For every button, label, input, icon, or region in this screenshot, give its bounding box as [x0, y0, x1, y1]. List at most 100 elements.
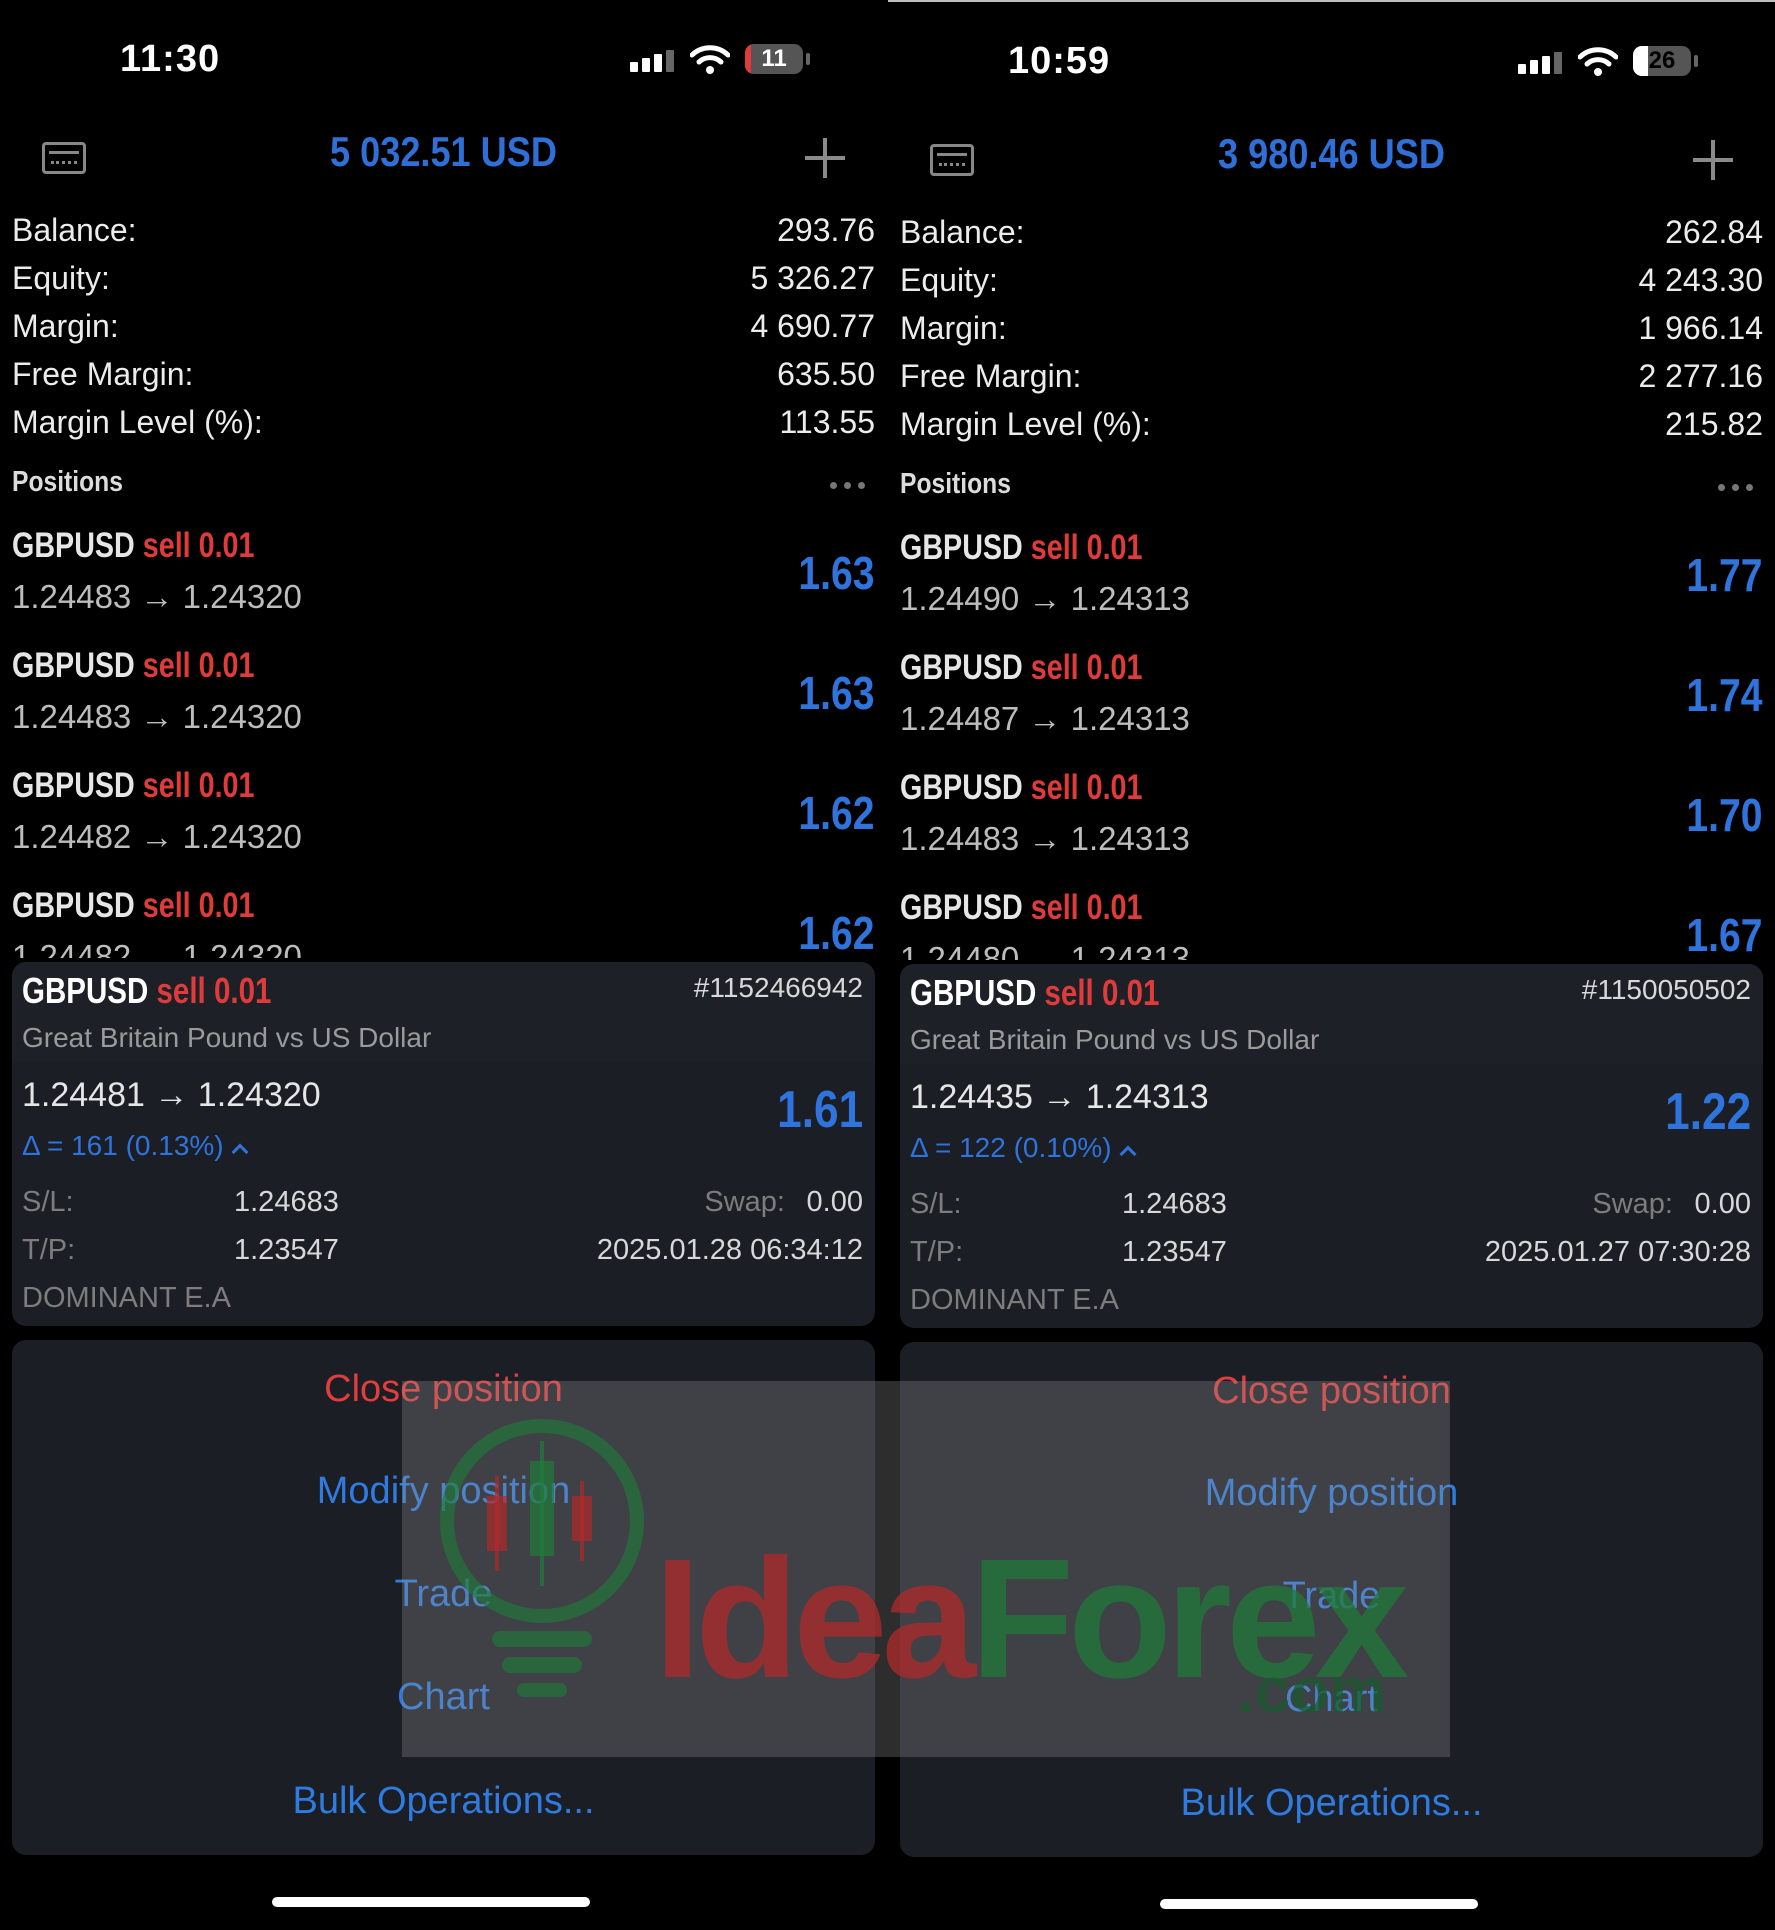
position-profit: 1.70 — [1686, 789, 1763, 841]
position-row[interactable]: GBPUSD sell 0.01 1.24487 → 1.24313 1.74 — [900, 642, 1763, 762]
account-header: 5 032.51 USD — [0, 118, 887, 198]
bulk-operations-button[interactable]: Bulk Operations... — [12, 1780, 875, 1823]
position-detail-card: GBPUSD sell 0.01 #1150050502 Great Brita… — [900, 964, 1763, 1328]
position-symbol-name: GBPUSD — [12, 766, 135, 805]
battery-fill — [1633, 46, 1649, 76]
position-row[interactable]: GBPUSD sell 0.01 1.24483 → 1.24320 1.63 — [12, 640, 875, 760]
cellular-signal-icon — [630, 50, 674, 72]
detail-delta: Δ = 161 (0.13%) — [22, 1130, 249, 1162]
position-prices: 1.24487 → 1.24313 — [900, 700, 1190, 737]
new-order-plus-icon[interactable] — [803, 136, 847, 180]
detail-prices: 1.24435 → 1.24313 — [910, 1078, 1209, 1116]
detail-symbol: GBPUSD sell 0.01 — [22, 970, 271, 1012]
position-profit: 1.74 — [1686, 669, 1763, 721]
tp-value: 1.23547 — [234, 1234, 339, 1266]
home-indicator[interactable] — [1160, 1899, 1478, 1909]
detail-profit: 1.22 — [1664, 1083, 1751, 1141]
ea-comment: DOMINANT E.A — [22, 1282, 231, 1314]
new-order-plus-icon[interactable] — [1691, 138, 1735, 182]
more-options-icon[interactable] — [830, 482, 865, 489]
summary-value: 5 326.27 — [750, 260, 875, 296]
position-symbol-name: GBPUSD — [900, 768, 1023, 807]
watermark-idea: Idea — [654, 1524, 976, 1714]
position-row[interactable]: GBPUSD sell 0.01 1.24482 → 1.24320 1.62 — [12, 880, 875, 958]
account-total: 5 032.51 USD — [330, 128, 557, 175]
position-row[interactable]: GBPUSD sell 0.01 1.24482 → 1.24320 1.62 — [12, 760, 875, 880]
summary-label: Free Margin: — [12, 356, 194, 392]
sl-value: 1.24683 — [234, 1186, 339, 1218]
position-side: sell 0.01 — [1030, 768, 1143, 807]
position-profit: 1.63 — [798, 547, 875, 599]
position-symbol-name: GBPUSD — [12, 646, 135, 685]
summary-value: 215.82 — [1665, 406, 1763, 442]
detail-description: Great Britain Pound vs US Dollar — [910, 1024, 1320, 1055]
summary-value: 4 690.77 — [750, 308, 875, 344]
position-row[interactable]: GBPUSD sell 0.01 1.24490 → 1.24313 1.77 — [900, 522, 1763, 642]
position-symbol: GBPUSD sell 0.01 — [12, 766, 254, 806]
position-row[interactable]: GBPUSD sell 0.01 1.24483 → 1.24320 1.63 — [12, 520, 875, 640]
home-indicator[interactable] — [272, 1897, 590, 1907]
summary-row: Balance: 293.76 — [12, 212, 875, 260]
positions-header: Positions — [12, 466, 875, 510]
position-row[interactable]: GBPUSD sell 0.01 1.24480 → 1.24313 1.67 — [900, 882, 1763, 960]
summary-value: 262.84 — [1665, 214, 1763, 250]
detail-ticket: #1152466942 — [693, 972, 863, 1003]
ea-comment: DOMINANT E.A — [910, 1284, 1119, 1316]
position-symbol-name: GBPUSD — [12, 526, 135, 565]
position-prices: 1.24483 → 1.24320 — [12, 578, 302, 615]
position-side: sell 0.01 — [142, 526, 255, 565]
summary-value: 113.55 — [779, 404, 876, 440]
detail-profit: 1.61 — [776, 1081, 863, 1139]
position-prices: 1.24482 → 1.24320 — [12, 938, 302, 958]
positions-title: Positions — [12, 466, 123, 498]
summary-row: Free Margin: 2 277.16 — [900, 358, 1763, 406]
account-total: 3 980.46 USD — [1218, 130, 1445, 177]
position-prices: 1.24480 → 1.24313 — [900, 940, 1190, 960]
bulk-operations-button[interactable]: Bulk Operations... — [900, 1782, 1763, 1825]
more-options-icon[interactable] — [1718, 484, 1753, 491]
position-symbol: GBPUSD sell 0.01 — [900, 528, 1142, 568]
open-datetime: 2025.01.27 07:30:28 — [1484, 1236, 1751, 1268]
position-profit: 1.63 — [798, 667, 875, 719]
watermark-logo: IdeaForex .com — [402, 1381, 1450, 1757]
summary-label: Margin Level (%): — [900, 406, 1151, 442]
detail-side: sell 0.01 — [156, 970, 272, 1011]
detail-side: sell 0.01 — [1044, 972, 1160, 1013]
status-bar: 11:30 11 — [0, 0, 887, 110]
position-side: sell 0.01 — [142, 886, 255, 925]
swap-label: Swap: — [1592, 1188, 1673, 1220]
position-prices: 1.24483 → 1.24320 — [12, 698, 302, 735]
status-bar: 10:59 26 — [888, 2, 1775, 112]
position-symbol: GBPUSD sell 0.01 — [12, 646, 254, 686]
account-summary: Balance: 293.76 Equity: 5 326.27 Margin: 4 69… — [12, 212, 875, 452]
sl-value: 1.24683 — [1122, 1188, 1227, 1220]
summary-row: Margin: 1 966.14 — [900, 310, 1763, 358]
sl-label: S/L: — [910, 1188, 962, 1220]
summary-value: 293.76 — [777, 212, 875, 248]
account-header: 3 980.46 USD — [888, 120, 1775, 200]
position-side: sell 0.01 — [1030, 888, 1143, 927]
account-summary: Balance: 262.84 Equity: 4 243.30 Margin: 1 96… — [900, 214, 1763, 454]
position-row[interactable]: GBPUSD sell 0.01 1.24483 → 1.24313 1.70 — [900, 762, 1763, 882]
position-symbol-name: GBPUSD — [900, 888, 1023, 927]
position-side: sell 0.01 — [142, 646, 255, 685]
watermark-com: .com — [1237, 1654, 1387, 1726]
position-prices: 1.24482 → 1.24320 — [12, 818, 302, 855]
status-time: 10:59 — [1008, 40, 1111, 82]
tp-value: 1.23547 — [1122, 1236, 1227, 1268]
detail-header: GBPUSD sell 0.01 #1152466942 Great Brita… — [12, 962, 875, 1062]
summary-row: Equity: 4 243.30 — [900, 262, 1763, 310]
position-profit: 1.67 — [1686, 909, 1763, 960]
summary-value: 635.50 — [777, 356, 875, 392]
positions-header: Positions — [900, 468, 1763, 512]
summary-value: 4 243.30 — [1638, 262, 1763, 298]
position-symbol: GBPUSD sell 0.01 — [900, 888, 1142, 928]
battery-percent: 26 — [1648, 47, 1676, 74]
swap-label: Swap: — [704, 1186, 785, 1218]
chevron-up-icon — [231, 1143, 249, 1161]
position-profit: 1.62 — [798, 907, 875, 958]
positions-title: Positions — [900, 468, 1011, 500]
battery-tip — [1694, 55, 1698, 67]
swap-value: 0.00 — [1694, 1188, 1751, 1220]
position-symbol-name: GBPUSD — [12, 886, 135, 925]
